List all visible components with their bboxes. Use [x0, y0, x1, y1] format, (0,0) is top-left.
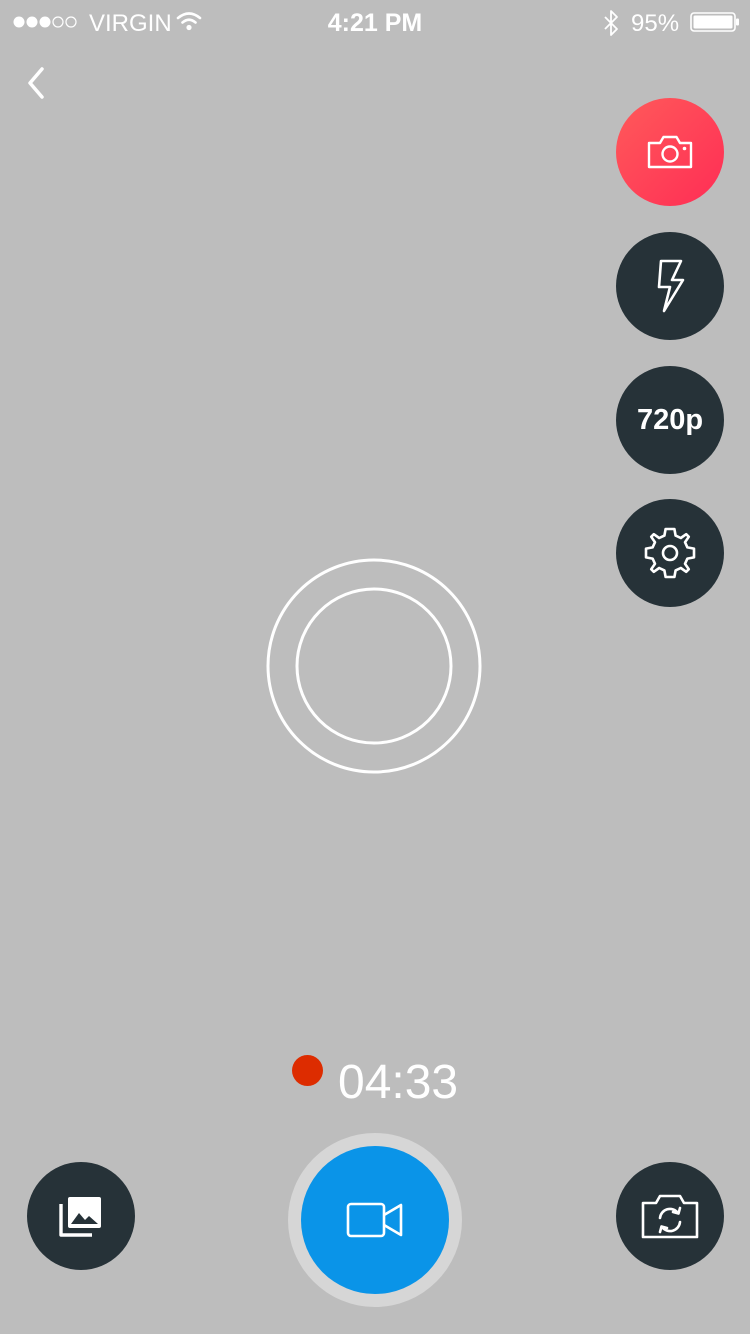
camera-switch-icon	[641, 1194, 699, 1239]
gallery-icon	[59, 1197, 101, 1237]
photo-mode-button[interactable]	[616, 98, 724, 206]
resolution-label: 720p	[636, 403, 704, 436]
record-button-inner	[301, 1146, 449, 1294]
chevron-left-icon	[28, 67, 44, 99]
gear-icon	[644, 527, 696, 579]
resolution-button[interactable]: 720p	[616, 366, 724, 474]
settings-button[interactable]	[616, 499, 724, 607]
recording-indicator	[292, 1055, 323, 1086]
back-button[interactable]	[22, 64, 52, 102]
focus-reticle	[266, 558, 482, 774]
flash-button[interactable]	[616, 232, 724, 340]
switch-camera-button[interactable]	[616, 1162, 724, 1270]
camera-icon	[647, 135, 693, 169]
battery-percentage: 95%	[631, 10, 680, 37]
gallery-button[interactable]	[27, 1162, 135, 1270]
status-bar: VIRGIN 4:21 PM 95%	[0, 0, 750, 48]
video-camera-icon	[346, 1202, 403, 1238]
recording-timer: 04:33	[338, 1056, 459, 1109]
flash-icon	[657, 259, 685, 313]
record-button[interactable]	[288, 1133, 462, 1307]
bluetooth-icon	[604, 10, 618, 36]
battery-icon	[690, 12, 739, 32]
